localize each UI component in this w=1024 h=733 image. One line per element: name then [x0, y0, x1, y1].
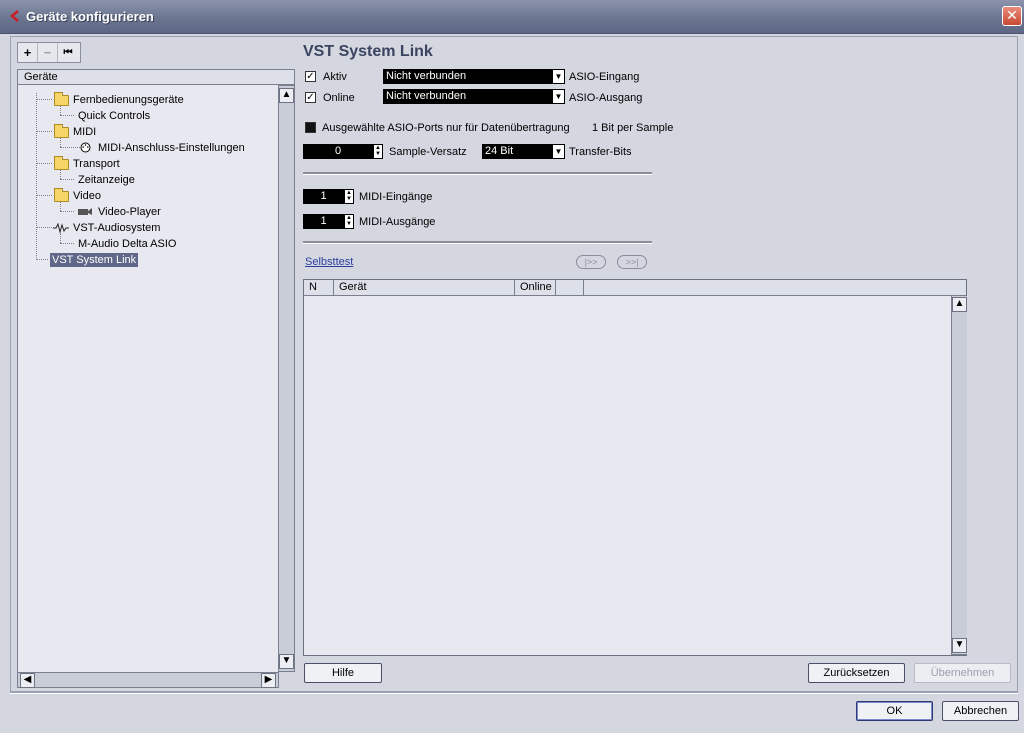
ok-button[interactable]: OK	[856, 701, 933, 721]
device-table: N Gerät Online ▲ ▼	[303, 279, 967, 656]
tree-item-video-player[interactable]: Video-Player	[98, 205, 161, 219]
online-checkbox[interactable]: ✓	[305, 92, 316, 103]
folder-icon	[54, 124, 69, 138]
scroll-up-icon[interactable]: ▲	[279, 88, 294, 103]
audio-system-icon	[53, 223, 69, 233]
asio-ports-label: Ausgewählte ASIO-Ports nur für Datenüber…	[322, 122, 570, 134]
close-button[interactable]: ✕	[1002, 6, 1022, 26]
midi-port-icon	[80, 142, 91, 153]
transfer-bits-label: Transfer-Bits	[569, 146, 632, 158]
column-header-filler	[584, 280, 966, 296]
tree-item-transport[interactable]: Transport	[73, 157, 120, 171]
reset-device-button[interactable]: ⏮	[58, 43, 78, 62]
column-header-n[interactable]: N	[304, 280, 334, 296]
asio-output-value: Nicht verbunden	[386, 90, 467, 102]
sample-offset-field[interactable]: 0	[303, 144, 373, 159]
folder-icon	[54, 92, 69, 106]
table-vertical-scrollbar[interactable]: ▲ ▼	[951, 296, 967, 655]
device-toolbar: + − ⏮	[17, 42, 81, 63]
column-header-online[interactable]: Online	[515, 280, 556, 296]
asio-output-label: ASIO-Ausgang	[569, 92, 643, 104]
cubase-logo-icon	[10, 10, 19, 22]
asio-input-dropdown[interactable]: Nicht verbunden ▼	[383, 69, 565, 84]
column-header-extra[interactable]	[556, 280, 584, 296]
title-bar: Geräte konfigurieren ✕	[0, 0, 1024, 34]
play-transport-button[interactable]: |>>	[576, 255, 606, 269]
sample-offset-label: Sample-Versatz	[389, 146, 467, 158]
remove-device-button[interactable]: −	[38, 43, 58, 62]
midi-outputs-label: MIDI-Ausgänge	[359, 216, 436, 228]
scroll-down-icon[interactable]: ▼	[279, 654, 294, 669]
asio-input-label: ASIO-Eingang	[569, 71, 640, 83]
scroll-right-icon[interactable]: ▶	[261, 673, 276, 688]
window-title: Geräte konfigurieren	[26, 9, 154, 24]
divider	[10, 692, 1018, 694]
tree-item-fernbedienungsgeraete[interactable]: Fernbedienungsgeräte	[73, 93, 184, 107]
midi-outputs-field[interactable]: 1	[303, 214, 344, 229]
end-transport-button[interactable]: >>|	[617, 255, 647, 269]
transfer-bits-dropdown[interactable]: 24 Bit ▼	[482, 144, 565, 159]
column-header-geraet[interactable]: Gerät	[334, 280, 515, 296]
midi-outputs-stepper[interactable]: ▲ ▼	[344, 214, 354, 229]
transfer-bits-value: 24 Bit	[485, 145, 514, 157]
tree-item-vst-audiosystem[interactable]: VST-Audiosystem	[73, 221, 160, 235]
tree-header: Geräte	[17, 69, 295, 85]
asio-input-value: Nicht verbunden	[386, 70, 467, 82]
sample-offset-stepper[interactable]: ▲ ▼	[373, 144, 383, 159]
chevron-down-icon: ▼	[552, 69, 565, 84]
tree-item-quick-controls[interactable]: Quick Controls	[78, 109, 150, 123]
folder-icon	[54, 156, 69, 170]
tree-item-midi[interactable]: MIDI	[73, 125, 96, 139]
chevron-down-icon: ▼	[552, 89, 565, 104]
midi-inputs-stepper[interactable]: ▲ ▼	[344, 189, 354, 204]
aktiv-label: Aktiv	[323, 71, 347, 83]
tree-item-midi-anschluss[interactable]: MIDI-Anschluss-Einstellungen	[98, 141, 245, 155]
cancel-button[interactable]: Abbrechen	[942, 701, 1019, 721]
reset-button[interactable]: Zurücksetzen	[808, 663, 905, 683]
scroll-up-icon[interactable]: ▲	[952, 297, 967, 312]
device-tree: Fernbedienungsgeräte Quick Controls MIDI…	[17, 85, 279, 672]
tree-item-m-audio-delta[interactable]: M-Audio Delta ASIO	[78, 237, 176, 251]
tree-item-zeitanzeige[interactable]: Zeitanzeige	[78, 173, 135, 187]
midi-inputs-field[interactable]: 1	[303, 189, 344, 204]
selftest-link[interactable]: Selbsttest	[305, 256, 353, 268]
tree-vertical-scrollbar[interactable]: ▲ ▼	[278, 85, 295, 672]
video-icon	[78, 208, 92, 215]
tree-item-vst-system-link[interactable]: VST System Link	[50, 253, 139, 267]
online-label: Online	[323, 92, 355, 104]
add-device-button[interactable]: +	[18, 43, 38, 62]
aktiv-checkbox[interactable]: ✓	[305, 71, 316, 82]
tree-horizontal-scrollbar[interactable]: ◀ ▶	[17, 672, 279, 688]
chevron-down-icon: ▼	[552, 144, 565, 159]
scroll-left-icon[interactable]: ◀	[20, 673, 35, 688]
midi-inputs-label: MIDI-Eingänge	[359, 191, 433, 203]
asio-ports-checkbox[interactable]	[305, 122, 316, 133]
divider	[303, 172, 652, 175]
divider	[303, 241, 652, 244]
folder-icon	[54, 188, 69, 202]
help-button[interactable]: Hilfe	[304, 663, 382, 683]
bit-per-sample-label: 1 Bit per Sample	[592, 122, 674, 134]
page-title: VST System Link	[303, 43, 433, 60]
tree-item-video[interactable]: Video	[73, 189, 101, 203]
asio-output-dropdown[interactable]: Nicht verbunden ▼	[383, 89, 565, 104]
apply-button[interactable]: Übernehmen	[914, 663, 1011, 683]
scroll-down-icon[interactable]: ▼	[952, 638, 967, 653]
